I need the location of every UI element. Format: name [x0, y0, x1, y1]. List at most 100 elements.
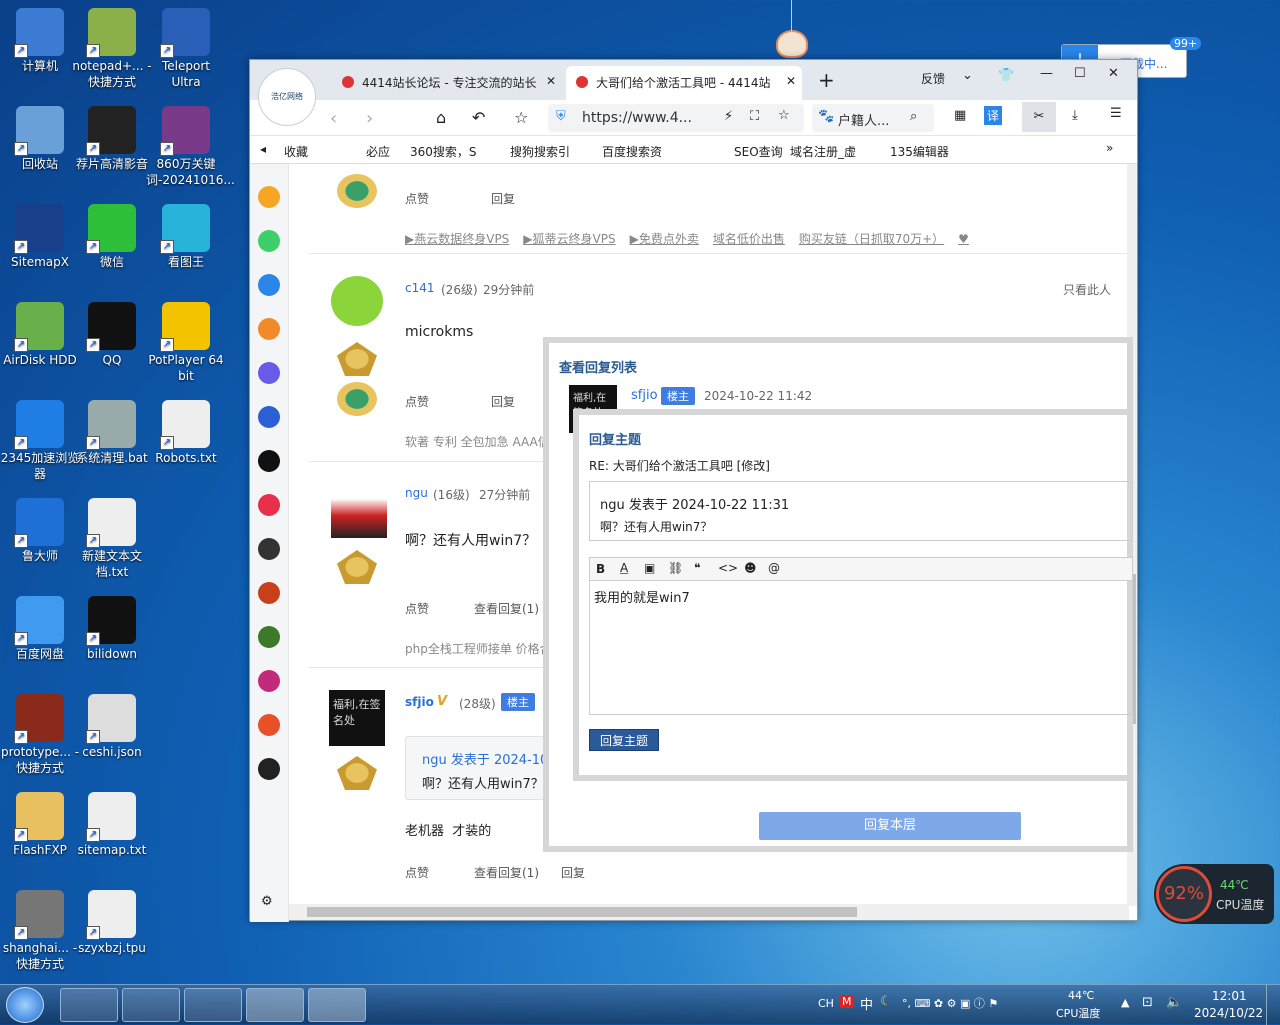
volume-icon[interactable]: 🔈 [1166, 995, 1182, 1010]
sidebar-app-icon[interactable] [258, 494, 280, 516]
desktop-icon[interactable]: ↗ sitemap.txt [72, 792, 152, 858]
scissors-icon[interactable]: ✂ [1022, 102, 1056, 132]
desktop-icon[interactable]: ↗ QQ [72, 302, 152, 368]
translate-icon[interactable]: 译 [984, 106, 1003, 125]
desktop-icon[interactable]: ↗ shanghai... - 快捷方式 [0, 890, 80, 972]
mention-icon[interactable]: @ [768, 561, 780, 575]
desktop-icon[interactable]: ↗ 荐片高清影音 [72, 106, 152, 172]
sidebar-app-icon[interactable] [258, 714, 280, 736]
post-2-username[interactable]: ngu [405, 486, 428, 500]
search-box[interactable]: 🐾 户籍人... ⌕ [812, 104, 934, 132]
apps-icon[interactable]: ▦ [954, 108, 966, 123]
start-button[interactable] [6, 987, 44, 1023]
desktop-icon[interactable]: ↗ ceshi.json [72, 694, 152, 760]
reply-button[interactable]: 回复 [491, 190, 515, 207]
shirt-icon[interactable]: 👕 [998, 68, 1014, 83]
bookmark-item[interactable]: 收藏 [284, 143, 308, 160]
cpu-widget[interactable]: 92% 44℃ CPU温度 [1154, 864, 1274, 924]
sidebar-app-icon[interactable] [258, 274, 280, 296]
horizontal-scrollbar[interactable] [289, 904, 1129, 920]
settings-icon[interactable]: ⚙ [261, 894, 273, 909]
screenshot-icon[interactable]: ⛶ [750, 109, 759, 124]
view-replies-button[interactable]: 查看回复(1) [474, 600, 539, 617]
favorites-icon[interactable]: ☆ [514, 108, 528, 127]
tray-icons[interactable]: °, ⌨ ✿ ⚙ ▣ ⓘ ⚑ [902, 995, 998, 1011]
sidebar-app-icon[interactable] [258, 758, 280, 780]
more-bookmarks-icon[interactable]: » [1106, 141, 1113, 155]
reply-textarea[interactable]: 我用的就是win7 [589, 581, 1133, 715]
sidebar-app-icon[interactable] [258, 538, 280, 560]
taskbar-baidupan-icon[interactable] [246, 988, 304, 1022]
popup-username[interactable]: sfjio [631, 388, 658, 403]
star-icon[interactable]: ☆ [778, 108, 790, 123]
desktop-icon[interactable]: ↗ PotPlayer 64 bit [146, 302, 226, 384]
forward-icon[interactable]: › [366, 108, 373, 129]
clock-date[interactable]: 2024/10/22 [1194, 1006, 1263, 1020]
tab-2[interactable]: 大哥们给个激活工具吧 - 4414站 ✕ [566, 66, 802, 100]
desktop-icon[interactable]: ↗ 百度网盘 [0, 596, 80, 662]
quote-icon[interactable]: ❝ [694, 561, 700, 575]
post-3-username[interactable]: sfjio [405, 695, 434, 709]
taskbar-media-icon[interactable] [184, 988, 242, 1022]
desktop-icon[interactable]: ↗ 系统清理.bat [72, 400, 152, 466]
chevron-down-icon[interactable]: ⌄ [962, 68, 973, 83]
sidebar-app-icon[interactable] [258, 318, 280, 340]
font-color-icon[interactable]: A [620, 561, 628, 575]
ime-indicator[interactable]: CH [818, 997, 834, 1010]
bold-icon[interactable]: B [596, 562, 605, 576]
only-this-user-link[interactable]: 只看此人 [1063, 281, 1111, 298]
post-1-signature[interactable]: 软著 专利 全包加急 AAA信 [405, 433, 550, 450]
sidebar-app-icon[interactable] [258, 626, 280, 648]
ad-link[interactable]: ▶燕云数据终身VPS [405, 232, 509, 246]
clock-time[interactable]: 12:01 [1212, 989, 1247, 1003]
new-tab-icon[interactable]: + [818, 68, 835, 92]
desktop-icon[interactable]: ↗ 微信 [72, 204, 152, 270]
emoji-icon[interactable]: ☻ [744, 561, 757, 575]
home-icon[interactable]: ⌂ [436, 108, 446, 127]
desktop-icon[interactable]: ↗ 新建文本文档.txt [72, 498, 152, 580]
address-bar[interactable]: ⛨ https://www.4... ⚡ ⛶ ☆ [548, 104, 804, 132]
image-icon[interactable]: ▣ [644, 561, 655, 575]
sidebar-app-icon[interactable] [258, 186, 280, 208]
feedback-link[interactable]: 反馈 [921, 70, 945, 87]
ad-link[interactable]: 域名低价出售 [713, 232, 785, 246]
download-toolbar-icon[interactable]: ⤓ [1072, 108, 1078, 123]
link-icon[interactable]: ⛓ [668, 561, 683, 575]
desktop-icon[interactable]: ↗ notepad+... - 快捷方式 [72, 8, 152, 90]
desktop-icon[interactable]: ↗ 2345加速浏览器 [0, 400, 80, 482]
ad-link[interactable]: ♥ [958, 232, 969, 246]
ad-link[interactable]: ▶狐蒂云终身VPS [523, 232, 615, 246]
network-icon[interactable]: ⊡ [1142, 995, 1153, 1010]
bookmark-item[interactable]: SEO查询 [734, 143, 783, 160]
close-icon[interactable]: ✕ [1108, 66, 1119, 81]
bookmark-item[interactable]: 域名注册_虚 [790, 143, 856, 160]
lightning-icon[interactable]: ⚡ [724, 109, 733, 124]
menu-icon[interactable]: ☰ [1110, 106, 1122, 121]
sidebar-app-icon[interactable] [258, 362, 280, 384]
desktop-icon[interactable]: ↗ 860万关键词-20241016... [146, 106, 235, 188]
like-button[interactable]: 点赞 [405, 600, 429, 617]
desktop-icon[interactable]: ↗ 鲁大师 [0, 498, 80, 564]
ad-link[interactable]: 购买友链（日抓取70万+） [799, 232, 944, 246]
search-icon[interactable]: ⌕ [910, 109, 917, 124]
reply-floor-button[interactable]: 回复本层 [759, 812, 1021, 840]
ime-chinese[interactable]: 中 [860, 994, 873, 1013]
ime-m-icon[interactable]: M [840, 995, 854, 1008]
collapse-sidebar-icon[interactable]: ◂ [260, 142, 266, 156]
maximize-icon[interactable]: ☐ [1074, 66, 1086, 81]
desktop-icon[interactable]: ↗ 回收站 [0, 106, 80, 172]
undo-icon[interactable]: ↶ [472, 108, 485, 127]
bookmark-item[interactable]: 搜狗搜索引 [510, 143, 570, 160]
like-button[interactable]: 点赞 [405, 864, 429, 881]
bookmark-item[interactable]: 百度搜索资 [602, 143, 662, 160]
like-button[interactable]: 点赞 [405, 190, 429, 207]
sidebar-app-icon[interactable] [258, 450, 280, 472]
desktop-icon[interactable]: ↗ FlashFXP [0, 792, 80, 858]
reply-button[interactable]: 回复 [491, 393, 515, 410]
desktop-icon[interactable]: ↗ szyxbzj.tpu [72, 890, 152, 956]
ad-link[interactable]: ▶免费点外卖 [630, 232, 699, 246]
post-1-username[interactable]: c141 [405, 281, 435, 295]
sidebar-app-icon[interactable] [258, 582, 280, 604]
tab-2-close-icon[interactable]: ✕ [786, 74, 796, 88]
view-replies-button[interactable]: 查看回复(1) [474, 864, 539, 881]
